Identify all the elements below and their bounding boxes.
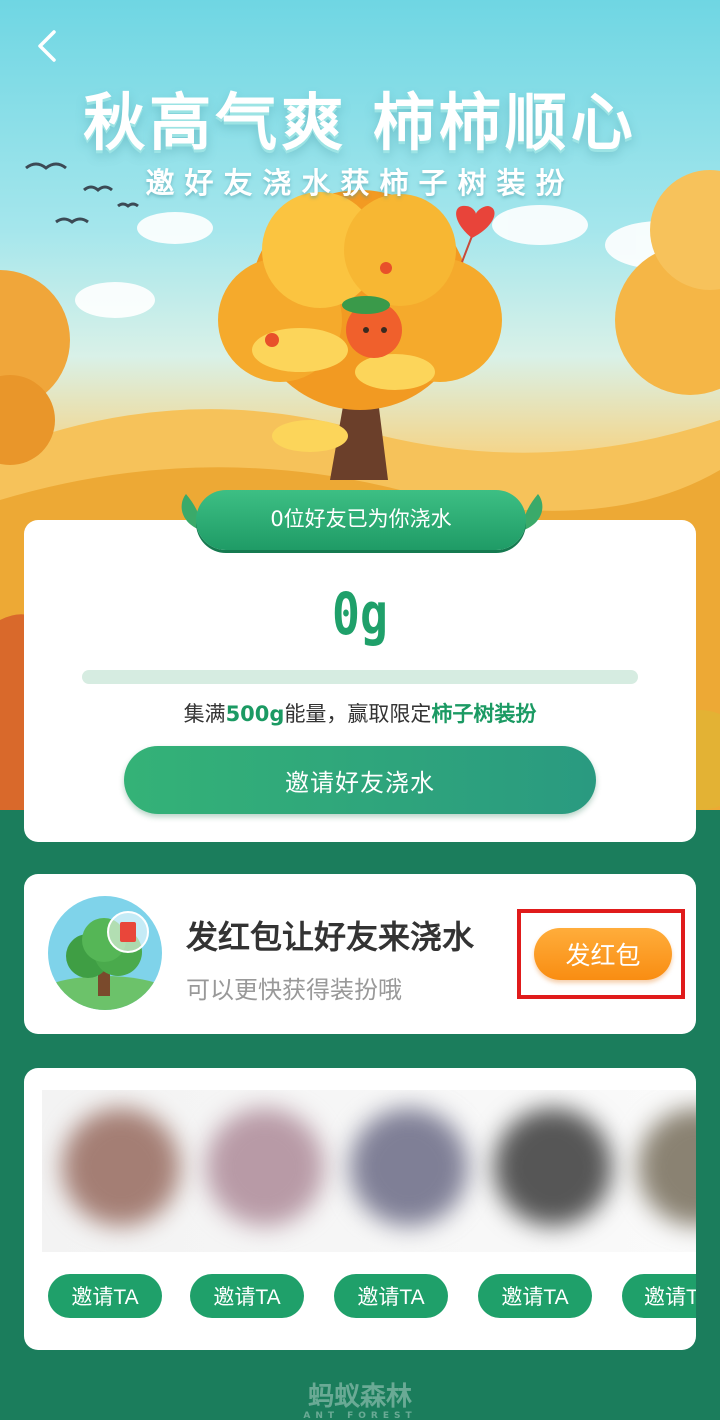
invite-friend-button[interactable]: 邀请TA (190, 1274, 304, 1318)
friend-avatar (62, 1108, 180, 1226)
page-title: 秋高气爽 柿柿顺心 (83, 86, 637, 159)
footer-brand: 蚂蚁森林 (307, 1382, 412, 1412)
energy-value: 0g (332, 580, 388, 648)
invite-friend-button[interactable]: 邀请TA (478, 1274, 592, 1318)
friend-avatar (494, 1108, 612, 1226)
friend-avatar-list (42, 1090, 696, 1252)
tree-icon (48, 896, 162, 1010)
energy-progress-bar (82, 670, 638, 684)
friends-invite-card: 邀请TA 邀请TA 邀请TA 邀请TA 邀请TA (24, 1068, 696, 1350)
back-button[interactable] (28, 26, 68, 66)
page-subtitle: 邀好友浇水获柿子树装扮 (145, 166, 575, 200)
goal-mid: 能量，赢取限定 (284, 702, 432, 726)
ant-forest-logo: 蚂蚁森林 ANT FOREST (0, 1376, 720, 1420)
energy-goal-text: 集满500g能量，赢取限定柿子树装扮 (24, 698, 696, 728)
invite-friend-button[interactable]: 邀请TA (48, 1274, 162, 1318)
friend-avatar (206, 1108, 324, 1226)
red-packet-subtitle: 可以更快获得装扮哦 (186, 976, 402, 1004)
invite-friends-water-button[interactable]: 邀请好友浇水 (124, 746, 596, 814)
chevron-left-icon (38, 30, 56, 62)
friend-avatar (638, 1108, 696, 1226)
invite-friend-button[interactable]: 邀请TA (622, 1274, 696, 1318)
goal-prefix: 集满 (183, 702, 226, 726)
red-packet-card: 发红包让好友来浇水 可以更快获得装扮哦 发红包 (24, 874, 696, 1034)
send-red-packet-button[interactable]: 发红包 (534, 928, 672, 980)
energy-card: 0g 集满500g能量，赢取限定柿子树装扮 邀请好友浇水 (24, 520, 696, 842)
invite-friend-button[interactable]: 邀请TA (334, 1274, 448, 1318)
red-packet-title: 发红包让好友来浇水 (186, 918, 475, 956)
friend-avatar (350, 1108, 468, 1226)
goal-reward: 柿子树装扮 (431, 702, 537, 726)
footer-brand-en: ANT FOREST (303, 1411, 417, 1420)
goal-amount: 500g (225, 702, 285, 726)
friends-watered-banner: 0位好友已为你浇水 (196, 490, 526, 550)
page: 秋高气爽 柿柿顺心 邀好友浇水获柿子树装扮 0g 集满500g能量，赢取限定柿子… (0, 0, 720, 1420)
